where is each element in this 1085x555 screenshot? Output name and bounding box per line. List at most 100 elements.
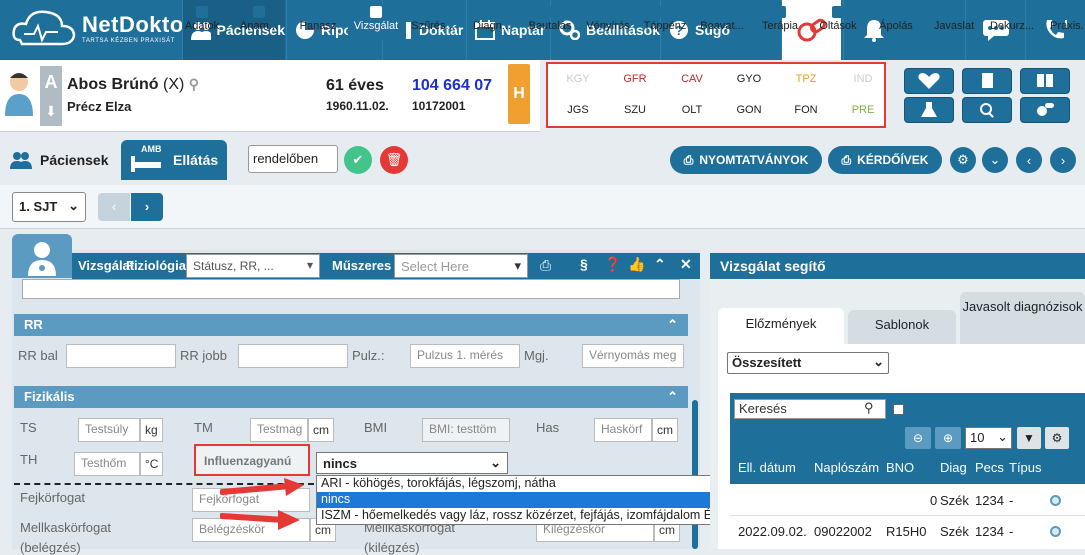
print-forms-button[interactable]: ⎙ NYOMTATVÁNYOK — [670, 146, 822, 174]
risk-code-szu[interactable]: SZU — [611, 104, 659, 116]
search-icon[interactable]: ⚲ — [864, 400, 874, 416]
temperature-input[interactable]: Testhőm — [74, 452, 140, 476]
rr-left-input[interactable] — [66, 344, 176, 368]
toolbar-item-9[interactable]: Beavat... — [694, 4, 750, 40]
tab-care[interactable]: AMB Ellátás — [121, 140, 227, 180]
toolbar-item-14[interactable]: Dekurz... — [984, 4, 1040, 40]
print-icon[interactable]: ⎙ — [540, 257, 551, 274]
heart-button[interactable] — [904, 68, 954, 94]
aggregate-select[interactable]: Összesített ⌄ — [727, 352, 889, 374]
risk-code-jgs[interactable]: JGS — [554, 104, 602, 116]
abdomen-input[interactable]: Haskörf — [594, 418, 652, 442]
column-header[interactable]: Ell. dátum — [738, 460, 796, 475]
next-round-button[interactable]: › — [1050, 147, 1076, 173]
toolbar-item-label: Javaslat — [933, 20, 975, 32]
medication-button[interactable] — [1020, 97, 1070, 123]
toolbar-item-13[interactable]: Javaslat — [926, 4, 982, 40]
prev-sjt-button[interactable]: ‹ — [98, 193, 130, 221]
page-size-select[interactable]: 10 ⌄ — [965, 427, 1012, 449]
row-select-radio[interactable] — [1050, 526, 1061, 537]
app-logo[interactable]: NetDoktor TARTSA KÉZBEN PRAXISÁT — [0, 0, 192, 60]
paragraph-icon[interactable]: § — [580, 256, 588, 272]
patient-letter-tab[interactable]: A ⬇ — [40, 66, 62, 126]
height-input[interactable]: Testmag — [250, 418, 308, 442]
column-header[interactable]: Naplószám — [814, 460, 879, 475]
risk-code-cav[interactable]: CAV — [668, 73, 716, 85]
tab-suggested-diagnoses[interactable]: Javasolt diagnózisok — [960, 292, 1085, 344]
expand-round-button[interactable]: ⌄ — [982, 147, 1008, 173]
toolbar-item-10[interactable]: Terápia — [752, 4, 808, 40]
tab-history[interactable]: Előzmények — [718, 308, 844, 344]
weight-label: TS — [20, 420, 37, 435]
toolbar-item-15[interactable]: Praxis... — [1042, 4, 1085, 40]
column-header[interactable]: Típus — [1009, 460, 1085, 475]
lab-button[interactable] — [904, 97, 954, 123]
toolbar-item-3[interactable]: Vizsgálat — [348, 4, 404, 40]
risk-code-gfr[interactable]: GFR — [611, 73, 659, 85]
select-all-checkbox[interactable] — [893, 404, 904, 415]
risk-code-gyo[interactable]: GYO — [725, 73, 773, 85]
mode-select[interactable]: rendelőben — [248, 145, 338, 173]
rr-right-input[interactable] — [238, 344, 348, 368]
toolbar-item-5[interactable]: Diagn... — [464, 4, 520, 40]
prev-round-button[interactable]: ‹ — [1016, 147, 1042, 173]
physical-section-header[interactable]: Fizikális ⌃ — [14, 386, 688, 408]
row-select-radio[interactable] — [1050, 495, 1061, 506]
column-header[interactable]: Pecs — [975, 460, 1004, 475]
heartbeat-icon — [918, 73, 940, 89]
risk-code-tpz[interactable]: TPZ — [782, 73, 830, 85]
tab-patients[interactable]: Páciensek — [0, 140, 118, 180]
toolbar-item-1[interactable]: Anam... — [231, 4, 287, 40]
toolbar-item-11[interactable]: Oltások — [810, 4, 866, 40]
toolbar-item-label: Adatok — [184, 20, 220, 32]
risk-code-ind[interactable]: IND — [839, 73, 887, 85]
check-button[interactable]: ✔ — [344, 146, 372, 174]
search-record-button[interactable] — [962, 97, 1012, 123]
book-button[interactable] — [1020, 68, 1070, 94]
next-sjt-button[interactable]: › — [131, 193, 163, 221]
thumbs-up-icon[interactable]: 👍 — [628, 256, 645, 273]
table-settings-button[interactable]: ⚙ — [1045, 427, 1069, 449]
toolbar-item-4[interactable]: Szűrés... — [405, 4, 461, 40]
pulse-input[interactable]: Pulzus 1. mérés — [410, 344, 520, 368]
zoom-in-button[interactable]: ⊕ — [935, 427, 961, 449]
patient-search-icon[interactable]: ⚲ — [189, 76, 199, 92]
influenza-select[interactable]: nincs ⌄ — [316, 452, 508, 474]
toolbar-item-0[interactable]: Adatok — [174, 4, 230, 40]
toolbar-item-8[interactable]: Táppénz — [637, 4, 693, 40]
tab-templates[interactable]: Sablonok — [848, 310, 956, 344]
collapse-icon[interactable]: ⌃ — [654, 256, 666, 273]
column-header[interactable]: Diag — [940, 460, 967, 475]
sjt-select[interactable]: 1. SJT ⌄ — [12, 192, 86, 222]
close-icon[interactable]: ✕ — [680, 256, 692, 273]
zoom-out-button[interactable]: ⊖ — [905, 427, 931, 449]
remark-input[interactable]: Vérnyomás meg — [582, 344, 684, 368]
toolbar-item-7[interactable]: Vényírás — [580, 4, 636, 40]
rr-section-header[interactable]: RR ⌃ — [14, 314, 688, 336]
toolbar-item-2[interactable]: Panasz — [290, 4, 346, 40]
column-header[interactable]: BNO — [886, 460, 914, 475]
risk-code-gon[interactable]: GON — [725, 104, 773, 116]
document-button[interactable] — [962, 68, 1012, 94]
risk-code-olt[interactable]: OLT — [668, 104, 716, 116]
questionnaires-button[interactable]: ⎙ KÉRDŐÍVEK — [828, 146, 942, 174]
questionnaires-label: KÉRDŐÍVEK — [857, 153, 929, 167]
exam-doctor-tab[interactable] — [12, 234, 72, 278]
risk-code-fon[interactable]: FON — [782, 104, 830, 116]
question-icon[interactable]: ❓ — [604, 256, 621, 273]
risk-code-pre[interactable]: PRE — [839, 104, 887, 116]
notes-textarea[interactable] — [22, 279, 680, 299]
insurance-badge[interactable]: H — [508, 64, 530, 124]
status-select[interactable]: Státusz, RR, ... ▾ — [186, 254, 320, 278]
annotation-arrows — [220, 478, 304, 530]
delete-button[interactable]: 🗑 — [380, 146, 408, 174]
table-row[interactable] — [730, 484, 1085, 516]
weight-input[interactable]: Testsúly — [78, 418, 140, 442]
settings-round-button[interactable]: ⚙ — [950, 147, 976, 173]
risk-code-kgy[interactable]: KGY — [554, 73, 602, 85]
filter-button[interactable]: ▼ — [1017, 427, 1041, 449]
toolbar-item-12[interactable]: Ápolás — [868, 4, 924, 40]
toolbar-item-6[interactable]: Beutalás — [522, 4, 578, 40]
influenza-select-value: nincs — [323, 456, 357, 471]
instrumental-select[interactable]: Select Here ▾ — [394, 254, 528, 278]
